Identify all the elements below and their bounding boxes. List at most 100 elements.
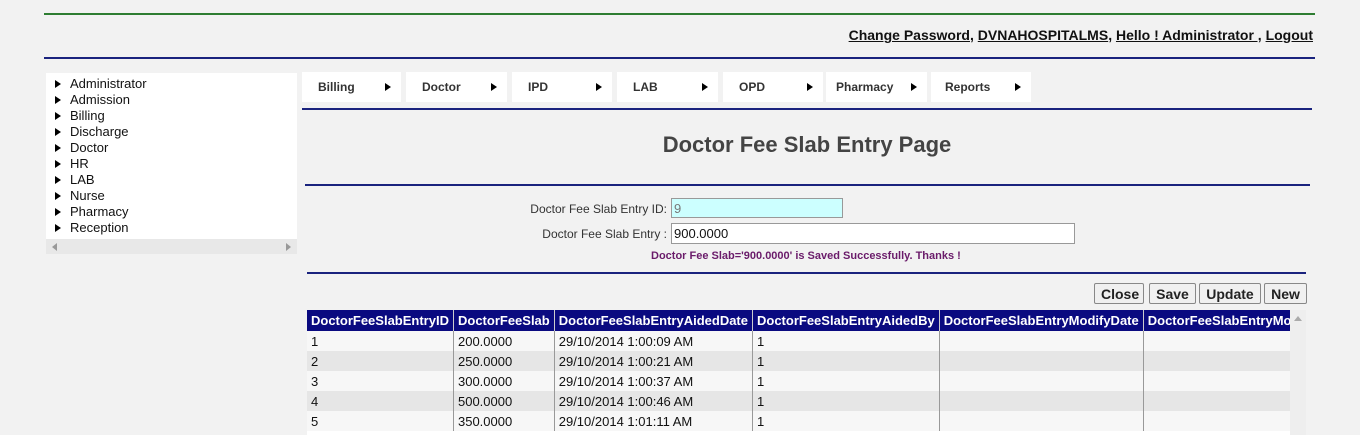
header-links: Change Password, DVNAHOSPITALMS, Hello !… — [849, 27, 1313, 43]
menu-item-label: Billing — [318, 80, 355, 94]
sidebar-item-label: Doctor — [70, 140, 109, 155]
menu-item-label: Doctor — [422, 80, 461, 94]
change-password-link[interactable]: Change Password — [849, 27, 970, 43]
menu-lab[interactable]: LAB — [617, 72, 718, 102]
sidebar-item-pharmacy[interactable]: Pharmacy — [46, 204, 297, 220]
table-cell — [1143, 331, 1306, 351]
logout-link[interactable]: Logout — [1266, 27, 1313, 43]
expand-arrow-icon[interactable] — [55, 192, 61, 200]
table-cell: 1 — [752, 411, 940, 431]
greeting-link[interactable]: Hello ! Administrator , — [1116, 27, 1262, 43]
page: Change Password, DVNAHOSPITALMS, Hello !… — [0, 0, 1360, 435]
submenu-arrow-icon — [911, 83, 917, 91]
table-cell — [939, 411, 1144, 431]
table-cell: 500.0000 — [453, 391, 555, 411]
table-cell: 29/10/2014 1:00:21 AM — [554, 351, 754, 371]
table-cell — [1143, 391, 1306, 411]
expand-arrow-icon[interactable] — [55, 144, 61, 152]
sidebar-item-label: HR — [70, 156, 89, 171]
header-separator: , — [1108, 27, 1113, 43]
sidebar-item-lab[interactable]: LAB — [46, 172, 297, 188]
scroll-left-icon[interactable] — [52, 243, 57, 251]
entry-id-label: Doctor Fee Slab Entry ID: — [530, 202, 667, 216]
table-cell: 1 — [752, 331, 940, 351]
table-cell: 200.0000 — [453, 331, 555, 351]
table-cell — [939, 391, 1144, 411]
expand-arrow-icon[interactable] — [55, 176, 61, 184]
menu-item-label: Reports — [945, 80, 991, 94]
sidebar-item-label: Reception — [70, 220, 129, 235]
table-cell: 1 — [307, 331, 454, 351]
new-button[interactable]: New — [1264, 283, 1307, 304]
column-header[interactable]: DoctorFeeSlabEntryAidedDate — [554, 310, 754, 331]
sidebar-item-nurse[interactable]: Nurse — [46, 188, 297, 204]
grid-vertical-scrollbar[interactable] — [1290, 310, 1306, 435]
table-row[interactable]: 2 250.0000 29/10/2014 1:00:21 AM 1 — [307, 351, 1306, 371]
sidebar-item-administrator[interactable]: Administrator — [46, 76, 297, 92]
sidebar-item-label: Billing — [70, 108, 105, 123]
grid-table: DoctorFeeSlabEntryID DoctorFeeSlab Docto… — [307, 310, 1306, 431]
sidebar-item-admission[interactable]: Admission — [46, 92, 297, 108]
header-separator: , — [969, 27, 974, 43]
scroll-right-icon[interactable] — [286, 243, 291, 251]
menu-billing[interactable]: Billing — [302, 72, 401, 102]
table-cell: 1 — [752, 391, 940, 411]
sidebar-item-label: LAB — [70, 172, 95, 187]
table-row[interactable]: 4 500.0000 29/10/2014 1:00:46 AM 1 — [307, 391, 1306, 411]
menu-reports[interactable]: Reports — [931, 72, 1031, 102]
sidebar-item-label: Pharmacy — [70, 204, 129, 219]
expand-arrow-icon[interactable] — [55, 112, 61, 120]
sidebar-item-reception[interactable]: Reception — [46, 220, 297, 236]
sidebar-item-billing[interactable]: Billing — [46, 108, 297, 124]
column-header[interactable]: DoctorFeeSlabEntryModifyDate — [939, 310, 1144, 331]
close-button[interactable]: Close — [1094, 283, 1144, 304]
sidebar-item-hr[interactable]: HR — [46, 156, 297, 172]
submenu-arrow-icon — [1015, 83, 1021, 91]
table-cell: 350.0000 — [453, 411, 555, 431]
menu-ipd[interactable]: IPD — [512, 72, 612, 102]
table-cell — [1143, 411, 1306, 431]
sidebar-item-discharge[interactable]: Discharge — [46, 124, 297, 140]
menu-opd[interactable]: OPD — [723, 72, 823, 102]
header-divider — [44, 57, 1315, 59]
expand-arrow-icon[interactable] — [55, 160, 61, 168]
table-cell: 250.0000 — [453, 351, 555, 371]
sidebar-item-label: Admission — [70, 92, 130, 107]
table-cell — [939, 371, 1144, 391]
title-divider — [305, 184, 1310, 186]
expand-arrow-icon[interactable] — [55, 96, 61, 104]
table-cell: 4 — [307, 391, 454, 411]
slab-entry-field[interactable] — [671, 223, 1075, 244]
expand-arrow-icon[interactable] — [55, 208, 61, 216]
sidebar-horizontal-scrollbar[interactable] — [46, 239, 297, 254]
table-row[interactable]: 1 200.0000 29/10/2014 1:00:09 AM 1 — [307, 331, 1306, 351]
column-header[interactable]: DoctorFeeSlab — [453, 310, 555, 331]
sidebar-item-label: Administrator — [70, 76, 147, 91]
table-cell — [939, 331, 1144, 351]
column-header[interactable]: DoctorFeeSlabEntryModifiedBy — [1143, 310, 1306, 331]
table-cell — [1143, 371, 1306, 391]
menu-doctor[interactable]: Doctor — [406, 72, 507, 102]
table-cell — [1143, 351, 1306, 371]
table-cell: 300.0000 — [453, 371, 555, 391]
table-cell: 1 — [752, 371, 940, 391]
menu-pharmacy[interactable]: Pharmacy — [826, 72, 927, 102]
submenu-arrow-icon — [596, 83, 602, 91]
entry-id-field[interactable] — [671, 198, 843, 218]
menu-item-label: OPD — [739, 80, 766, 94]
save-button[interactable]: Save — [1149, 283, 1196, 304]
column-header[interactable]: DoctorFeeSlabEntryID — [307, 310, 454, 331]
update-button[interactable]: Update — [1199, 283, 1261, 304]
sidebar-item-label: Discharge — [70, 124, 129, 139]
expand-arrow-icon[interactable] — [55, 224, 61, 232]
expand-arrow-icon[interactable] — [55, 128, 61, 136]
expand-arrow-icon[interactable] — [55, 80, 61, 88]
table-cell: 29/10/2014 1:00:09 AM — [554, 331, 754, 351]
sidebar-item-doctor[interactable]: Doctor — [46, 140, 297, 156]
scroll-up-icon[interactable] — [1294, 316, 1302, 321]
column-header[interactable]: DoctorFeeSlabEntryAidedBy — [752, 310, 940, 331]
sidebar-item-label: Nurse — [70, 188, 105, 203]
table-row[interactable]: 5 350.0000 29/10/2014 1:01:11 AM 1 — [307, 411, 1306, 431]
table-row[interactable]: 3 300.0000 29/10/2014 1:00:37 AM 1 — [307, 371, 1306, 391]
hospital-link[interactable]: DVNAHOSPITALMS — [978, 27, 1108, 43]
